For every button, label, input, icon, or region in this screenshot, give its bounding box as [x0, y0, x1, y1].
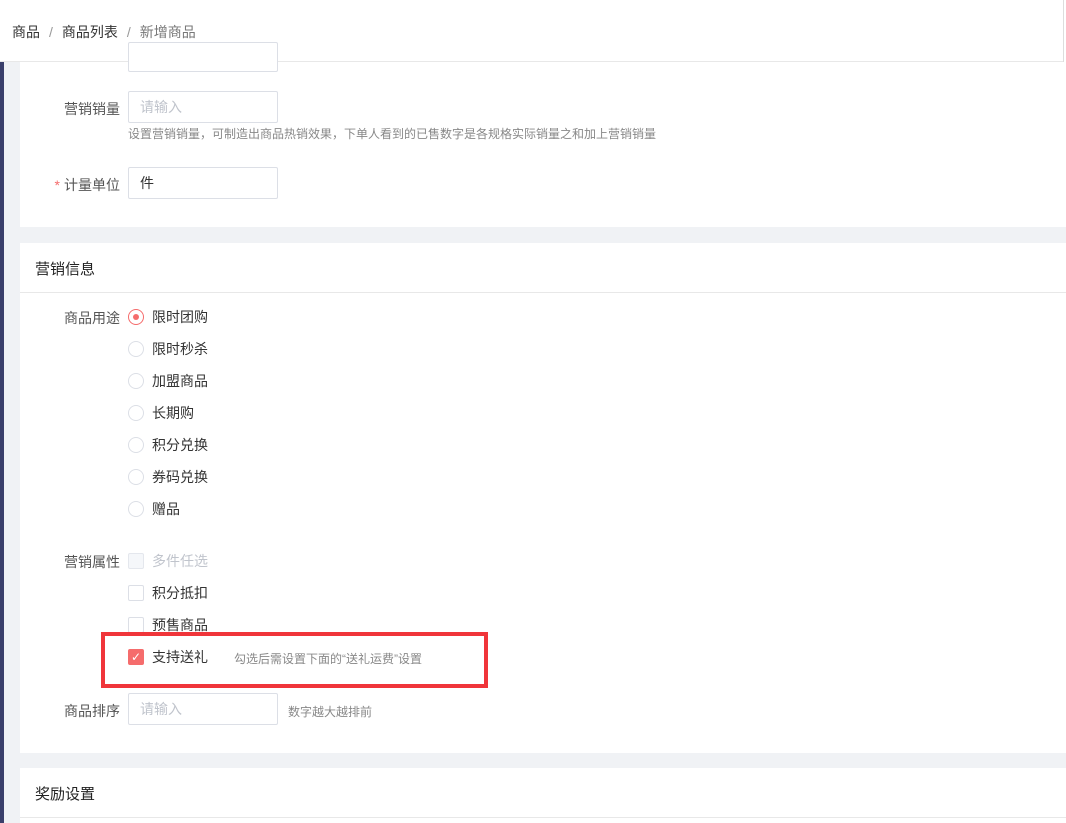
checkbox-icon — [128, 553, 144, 569]
reward-section-title: 奖励设置 — [35, 786, 96, 803]
basic-info-card: 营销销量 设置营销销量，可制造出商品热销效果，下单人看到的已售数字是各规格实际销… — [20, 42, 1066, 227]
previous-field-input[interactable] — [128, 42, 278, 72]
marketing-sales-hint: 设置营销销量，可制造出商品热销效果，下单人看到的已售数字是各规格实际销量之和加上… — [128, 127, 657, 141]
radio-icon — [128, 501, 144, 517]
option-label: 积分兑换 — [152, 437, 208, 453]
option-label: 加盟商品 — [152, 373, 208, 389]
option-label: 赠品 — [152, 501, 180, 517]
marketing-section-title: 营销信息 — [35, 261, 96, 278]
marketing-sales-label: 营销销量 — [64, 101, 120, 117]
marketing-card-header: 营销信息 — [20, 243, 1066, 293]
sort-hint: 数字越大越排前 — [288, 705, 373, 719]
required-mark: * — [54, 177, 60, 193]
sort-label: 商品排序 — [64, 703, 120, 719]
reward-settings-card: 奖励设置 — [20, 768, 1066, 823]
radio-icon — [128, 469, 144, 485]
usage-option-franchise[interactable]: 加盟商品 — [128, 371, 208, 391]
option-label: 长期购 — [152, 405, 194, 421]
highlight-box — [101, 632, 488, 688]
usage-option-flash-sale[interactable]: 限时秒杀 — [128, 339, 208, 359]
usage-option-coupon-exchange[interactable]: 券码兑换 — [128, 467, 208, 487]
radio-icon — [128, 373, 144, 389]
usage-option-long-term[interactable]: 长期购 — [128, 403, 194, 423]
breadcrumb-item-goods[interactable]: 商品 — [12, 24, 40, 40]
breadcrumb: 商品 / 商品列表 / 新增商品 — [12, 22, 196, 42]
sidebar-edge — [0, 0, 4, 823]
option-label: 券码兑换 — [152, 469, 208, 485]
marketing-sales-input[interactable] — [128, 91, 278, 123]
unit-input[interactable]: 件 — [128, 167, 278, 199]
usage-option-points-exchange[interactable]: 积分兑换 — [128, 435, 208, 455]
sort-input[interactable] — [128, 693, 278, 725]
breadcrumb-current: 新增商品 — [139, 24, 196, 40]
radio-icon — [128, 405, 144, 421]
checkbox-icon — [128, 585, 144, 601]
radio-icon — [128, 437, 144, 453]
option-label: 积分抵扣 — [152, 585, 208, 601]
radio-icon — [128, 309, 144, 325]
checkbox-icon — [128, 617, 144, 633]
unit-label-text: 计量单位 — [64, 177, 120, 193]
unit-label: * 计量单位 — [20, 175, 120, 195]
attr-multi-select-checkbox[interactable]: 多件任选 — [128, 551, 208, 571]
radio-icon — [128, 341, 144, 357]
attr-points-deduction-checkbox[interactable]: 积分抵扣 — [128, 583, 208, 603]
breadcrumb-separator: / — [49, 24, 53, 40]
option-label: 限时秒杀 — [152, 341, 208, 357]
usage-option-gift[interactable]: 赠品 — [128, 499, 180, 519]
reward-card-header: 奖励设置 — [20, 768, 1066, 818]
option-label: 多件任选 — [152, 553, 208, 569]
usage-option-group-buy[interactable]: 限时团购 — [128, 307, 208, 327]
breadcrumb-item-goods-list[interactable]: 商品列表 — [62, 24, 118, 40]
attr-label: 营销属性 — [64, 554, 120, 570]
breadcrumb-separator: / — [126, 24, 131, 40]
usage-label: 商品用途 — [64, 310, 120, 326]
option-label: 限时团购 — [152, 309, 208, 325]
